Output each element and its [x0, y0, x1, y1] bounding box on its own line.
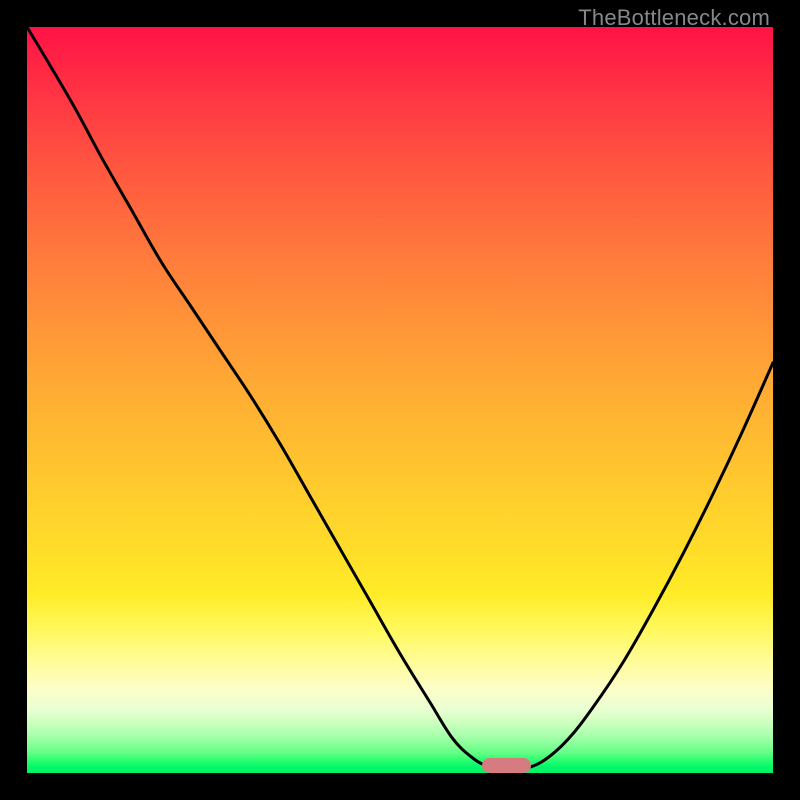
- watermark-text: TheBottleneck.com: [578, 5, 770, 31]
- plot-area: [27, 27, 773, 773]
- optimum-marker: [482, 758, 530, 773]
- chart-frame: TheBottleneck.com: [0, 0, 800, 800]
- bottleneck-curve: [27, 27, 773, 773]
- curve-path: [27, 27, 773, 770]
